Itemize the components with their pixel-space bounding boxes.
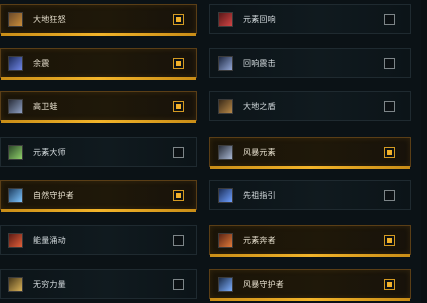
talent-checkbox[interactable] <box>173 58 184 69</box>
ancestral-guidance-icon <box>218 187 233 203</box>
talent-checkbox[interactable] <box>384 235 395 246</box>
talent-label: 余震 <box>33 58 50 68</box>
earth-shield-icon <box>218 98 233 114</box>
talent-row-left-5[interactable]: 自然守护者 <box>0 180 197 212</box>
storm-elemental-icon <box>218 144 233 160</box>
scrollbar-track[interactable] <box>421 0 427 303</box>
talent-checkbox[interactable] <box>173 147 184 158</box>
talent-row-right-6[interactable]: 元素奔者 <box>209 225 411 257</box>
talent-checkbox[interactable] <box>173 235 184 246</box>
talent-row-left-7[interactable]: 无穷力量 <box>0 269 197 299</box>
echo-shock-icon <box>218 55 233 71</box>
talent-row-left-3[interactable]: 高卫蛙 <box>0 91 197 123</box>
stormkeeper-icon <box>218 276 233 292</box>
earth-fury-icon <box>8 11 23 27</box>
totem-icon <box>8 98 23 114</box>
talent-row-right-5[interactable]: 先祖指引 <box>209 180 411 210</box>
talent-checkbox[interactable] <box>173 279 184 290</box>
talent-label: 能量涌动 <box>33 235 66 245</box>
talent-label: 大地狂怒 <box>33 14 66 24</box>
infinite-power-icon <box>8 276 23 292</box>
elemental-master-icon <box>8 144 23 160</box>
talent-label: 元素大师 <box>33 147 66 157</box>
aftershock-icon <box>8 55 23 71</box>
talent-checkbox[interactable] <box>384 190 395 201</box>
talent-checkbox[interactable] <box>173 190 184 201</box>
talent-row-left-4[interactable]: 元素大师 <box>0 137 197 167</box>
talent-row-left-2[interactable]: 余震 <box>0 48 197 80</box>
talent-checkbox[interactable] <box>384 101 395 112</box>
talent-checkbox[interactable] <box>384 58 395 69</box>
nature-guardian-icon <box>8 187 23 203</box>
talent-checkbox[interactable] <box>384 147 395 158</box>
talent-row-right-2[interactable]: 回响震击 <box>209 48 411 78</box>
echo-icon <box>218 11 233 27</box>
talent-row-right-7[interactable]: 风暴守护者 <box>209 269 411 301</box>
talent-row-right-3[interactable]: 大地之盾 <box>209 91 411 121</box>
talent-label: 无穷力量 <box>33 279 66 289</box>
talent-row-left-6[interactable]: 能量涌动 <box>0 225 197 255</box>
talent-row-right-4[interactable]: 风暴元素 <box>209 137 411 169</box>
elemental-runner-icon <box>218 232 233 248</box>
talent-grid: 大地狂怒 余震 高卫蛙 元素大师 自然守护者 能量涌动 无穷力量 元素回响 回响… <box>0 0 427 303</box>
talent-label: 高卫蛙 <box>33 101 58 111</box>
talent-row-left-1[interactable]: 大地狂怒 <box>0 4 197 36</box>
talent-row-right-1[interactable]: 元素回响 <box>209 4 411 34</box>
talent-label: 自然守护者 <box>33 190 74 200</box>
talent-checkbox[interactable] <box>173 101 184 112</box>
talent-checkbox[interactable] <box>384 14 395 25</box>
talent-checkbox[interactable] <box>173 14 184 25</box>
power-surge-icon <box>8 232 23 248</box>
talent-checkbox[interactable] <box>384 279 395 290</box>
